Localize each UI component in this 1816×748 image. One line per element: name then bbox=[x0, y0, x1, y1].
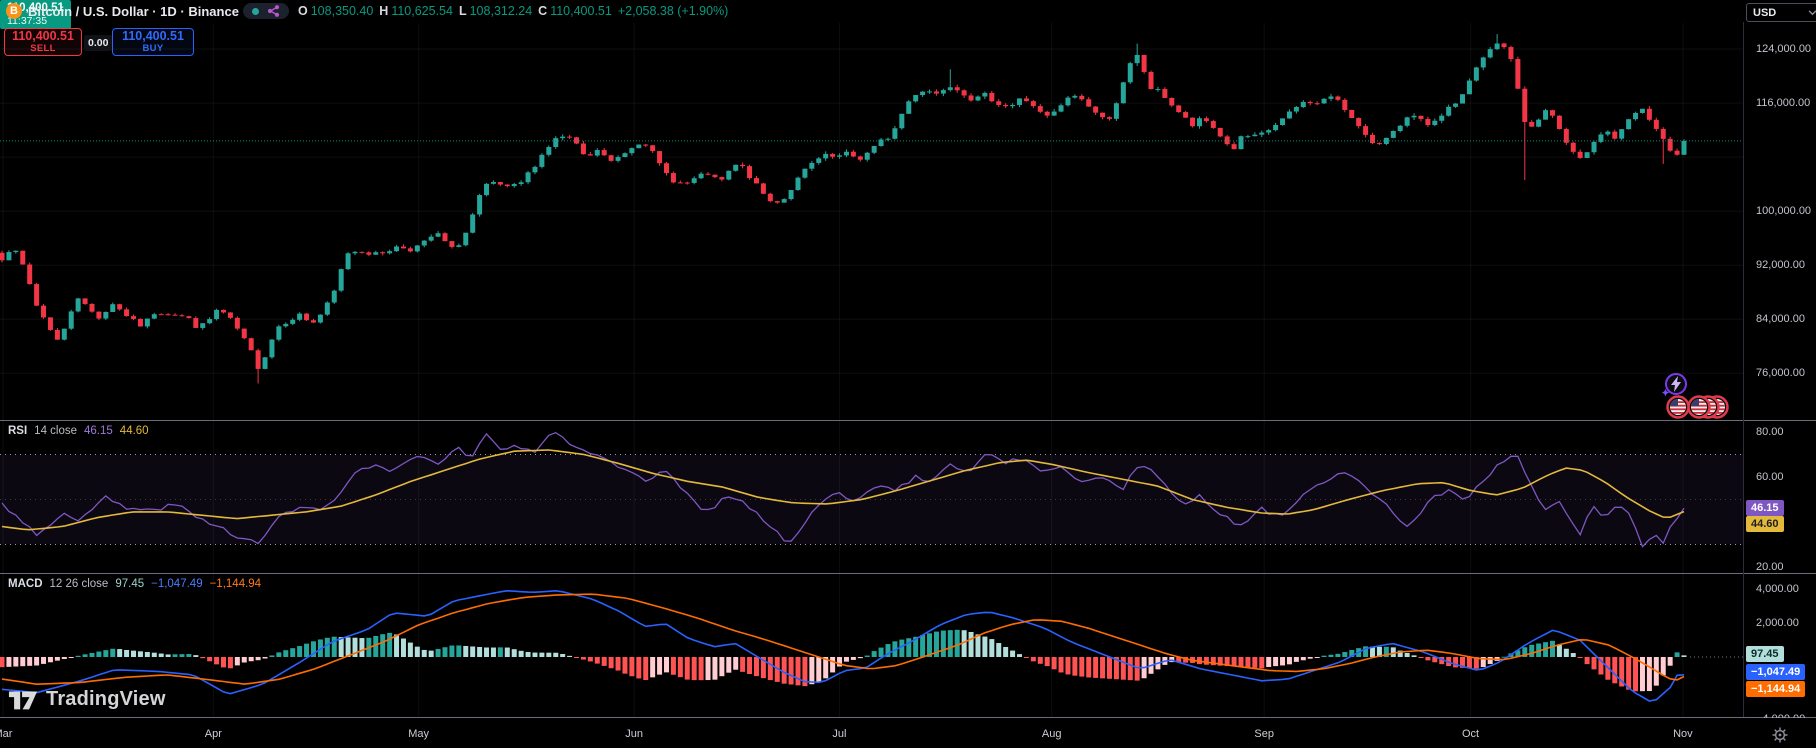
macd-line-value: −1,047.49 bbox=[151, 578, 202, 590]
spread-value: 0.00 bbox=[84, 35, 112, 51]
bitcoin-logo-icon: B bbox=[6, 3, 22, 19]
time-axis-month-label: Oct bbox=[1451, 728, 1491, 740]
macd-hist-value: 97.45 bbox=[115, 578, 144, 590]
lightning-event-icon[interactable] bbox=[1662, 374, 1686, 396]
currency-value: USD bbox=[1753, 7, 1776, 19]
time-axis-month-label: Aug bbox=[1032, 728, 1072, 740]
gear-icon[interactable] bbox=[1772, 727, 1788, 743]
rsi-axis-label: 20.00 bbox=[1756, 561, 1784, 573]
open-value: 108,350.40 bbox=[311, 4, 374, 18]
rsi-params: 14 close bbox=[34, 425, 77, 437]
price-axis-label: 84,000.00 bbox=[1756, 313, 1805, 325]
price-axis-label: 116,000.00 bbox=[1756, 97, 1810, 109]
time-axis[interactable]: Mar Apr May Jun Jul Aug Sep Oct Nov bbox=[0, 718, 1816, 748]
rsi-legend[interactable]: RSI 14 close 46.15 44.60 bbox=[8, 425, 149, 437]
rsi-axis-label: 60.00 bbox=[1756, 471, 1784, 483]
time-axis-month-label: Nov bbox=[1663, 728, 1703, 740]
time-axis-month-label: Jul bbox=[819, 728, 859, 740]
ohlc-readout: O 108,350.40 H 110,625.54 L 108,312.24 C… bbox=[298, 4, 728, 18]
macd-axis-label: 2,000.00 bbox=[1756, 617, 1799, 629]
rsi-axis-label: 80.00 bbox=[1756, 426, 1784, 438]
time-axis-month-label: Mar bbox=[0, 728, 23, 740]
sell-label: SELL bbox=[30, 44, 55, 54]
macd-legend[interactable]: MACD 12 26 close 97.45 −1,047.49 −1,144.… bbox=[8, 578, 261, 590]
sell-button[interactable]: 110,400.51 SELL bbox=[4, 28, 82, 56]
symbol-title[interactable]: Bitcoin / U.S. Dollar · 1D · Binance bbox=[28, 4, 239, 19]
high-value: 110,625.54 bbox=[391, 4, 453, 18]
open-label: O bbox=[298, 4, 308, 18]
currency-selector[interactable]: USD bbox=[1746, 3, 1816, 22]
time-axis-month-label: Jun bbox=[614, 728, 654, 740]
watermark-text: TradingView bbox=[46, 688, 166, 711]
buy-button[interactable]: 110,400.51 BUY bbox=[112, 28, 194, 56]
high-label: H bbox=[379, 4, 388, 18]
rsi-line-value: 46.15 bbox=[84, 425, 113, 437]
price-axis-label: 100,000.00 bbox=[1756, 205, 1811, 217]
economic-event-flag-icons[interactable] bbox=[1668, 397, 1728, 418]
rsi-name: RSI bbox=[8, 425, 27, 437]
macd-signal-badge: −1,144.94 bbox=[1746, 681, 1805, 697]
price-axis-label: 76,000.00 bbox=[1756, 367, 1805, 379]
price-axis-label: 124,000.00 bbox=[1756, 43, 1811, 55]
market-open-dot-icon bbox=[252, 8, 259, 15]
chevron-down-icon bbox=[1808, 10, 1816, 16]
change-value: +2,058.38 (+1.90%) bbox=[618, 4, 729, 18]
time-axis-month-label: May bbox=[399, 728, 439, 740]
rsi-value-badge: 46.15 bbox=[1746, 500, 1784, 516]
macd-params: 12 26 close bbox=[50, 578, 109, 590]
buy-label: BUY bbox=[143, 44, 164, 54]
tradingview-logo-icon bbox=[8, 686, 38, 712]
chart-canvas[interactable] bbox=[0, 0, 1816, 748]
close-value: 110,400.51 bbox=[550, 4, 612, 18]
tradingview-watermark[interactable]: TradingView bbox=[8, 686, 166, 712]
rsi-ma-value-badge: 44.60 bbox=[1746, 516, 1784, 532]
price-axis-label: 92,000.00 bbox=[1756, 259, 1805, 271]
tradingview-chart-window: B Bitcoin / U.S. Dollar · 1D · Binance O… bbox=[0, 0, 1816, 748]
rsi-ma-value: 44.60 bbox=[120, 425, 149, 437]
macd-axis-label: 4,000.00 bbox=[1756, 583, 1799, 595]
buy-price: 110,400.51 bbox=[122, 30, 184, 43]
share-icon bbox=[267, 4, 280, 18]
macd-signal-value: −1,144.94 bbox=[210, 578, 261, 590]
macd-line-badge: −1,047.49 bbox=[1746, 664, 1805, 680]
time-axis-month-label: Sep bbox=[1244, 728, 1284, 740]
sell-price: 110,400.51 bbox=[12, 30, 74, 43]
market-status-pill[interactable] bbox=[243, 3, 289, 19]
low-label: L bbox=[459, 4, 467, 18]
close-label: C bbox=[538, 4, 547, 18]
time-axis-month-label: Apr bbox=[193, 728, 233, 740]
macd-name: MACD bbox=[8, 578, 43, 590]
event-markers bbox=[1650, 368, 1742, 422]
chart-header: B Bitcoin / U.S. Dollar · 1D · Binance O… bbox=[0, 0, 1743, 22]
low-value: 108,312.24 bbox=[470, 4, 533, 18]
macd-hist-badge: 97.45 bbox=[1746, 646, 1784, 662]
